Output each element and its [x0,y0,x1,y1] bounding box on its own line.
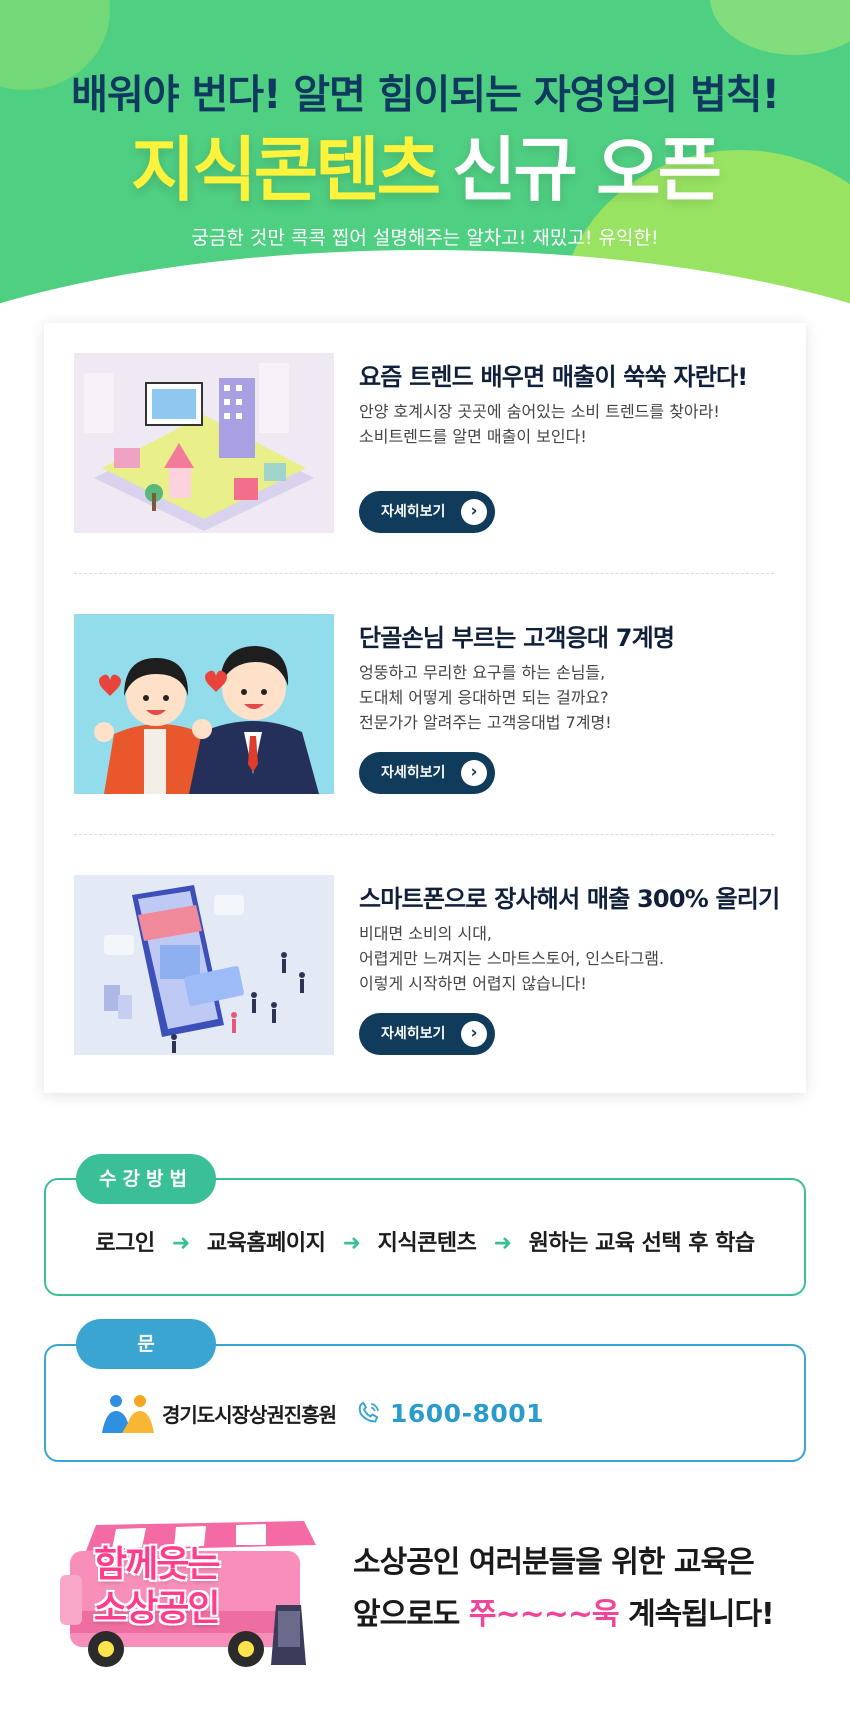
item-description-line: 비대면 소비의 시대, [359,924,493,943]
item-description-line: 어렵게만 느껴지는 스마트스토어, 인스타그램. [359,949,665,968]
decor-bubble [710,0,850,55]
arrow-right-icon: ➜ [493,1231,512,1256]
closing-message-line: 앞으로도 쭈~~~~욱 계속됩니다! [353,1589,775,1641]
organization-logo-icon [102,1395,154,1433]
closing-message-post: 계속됩니다! [628,1597,775,1632]
item-description-line: 이렇게 시작하면 어렵지 않습니다! [359,974,587,993]
phone-number[interactable]: 1600-8001 [390,1399,544,1428]
closing-message-pre: 앞으로도 [353,1597,460,1632]
chevron-right-icon: › [461,1021,487,1047]
divider [74,573,774,574]
enroll-method-label: 수강방법 [76,1154,216,1204]
closing-message-emphasis: 쭈~~~~욱 [468,1597,620,1632]
hero-title-rest: 신규 오픈 [452,129,722,211]
hero-banner: 배워야 번다! 알면 힘이되는 자영업의 법칙! 지식콘텐츠 신규 오픈 궁금한 … [0,0,850,345]
item-description: 엉뚱하고 무리한 요구를 하는 손님들, 도대체 어떻게 응대하면 되는 걸까요… [359,660,612,735]
phone-icon [358,1401,380,1423]
item-title: 스마트폰으로 장사해서 매출 300% 올리기 [359,885,780,913]
enroll-steps: 로그인 ➜ 교육홈페이지 ➜ 지식콘텐츠 ➜ 원하는 교육 선택 후 학습 [44,1225,806,1257]
item-description-line: 엉뚱하고 무리한 요구를 하는 손님들, [359,663,606,682]
step-edu-homepage: 교육홈페이지 [206,1231,326,1256]
closing-message: 소상공인 여러분들을 위한 교육은 앞으로도 쭈~~~~욱 계속됩니다! [353,1537,775,1641]
hero-title-highlight: 지식콘텐츠 [131,129,441,211]
organization-name: 경기도시장상권진흥원 [162,1402,337,1427]
item-title: 단골손님 부르는 고객응대 7계명 [359,624,675,652]
truck-sign-line: 소상공인 [94,1588,220,1629]
item-description: 비대면 소비의 시대, 어렵게만 느껴지는 스마트스토어, 인스타그램. 이렇게… [359,921,664,996]
market-illustration [74,353,334,533]
staff-illustration [74,614,334,794]
item-title: 요즘 트렌드 배우면 매출이 쑥쑥 자란다! [359,363,748,391]
content-list-card: 요즘 트렌드 배우면 매출이 쑥쑥 자란다! 안양 호계시장 곳곳에 숨어있는 … [44,323,806,1093]
item-description-line: 안양 호계시장 곳곳에 숨어있는 소비 트렌드를 찾아라! [359,402,720,421]
hero-subtitle: 궁금한 것만 콕콕 찝어 설명해주는 알차고! 재밌고! 유익한! 경영지식콘텐… [0,222,850,286]
content-item: 단골손님 부르는 고객응대 7계명 엉뚱하고 무리한 요구를 하는 손님들, 도… [74,614,774,794]
arrow-right-icon: ➜ [342,1231,361,1256]
contact-info: 경기도시장상권진흥원 1600-8001 [100,1391,544,1435]
item-description-line: 전문가가 알려주는 고객응대법 7계명! [359,713,612,732]
content-item: 요즘 트렌드 배우면 매출이 쑥쑥 자란다! 안양 호계시장 곳곳에 숨어있는 … [74,353,774,533]
item-description: 안양 호계시장 곳곳에 숨어있는 소비 트렌드를 찾아라! 소비트렌드를 알면 … [359,399,720,449]
view-details-label: 자세히보기 [381,1026,446,1042]
item-description-line: 소비트렌드를 알면 매출이 보인다! [359,427,587,446]
view-details-label: 자세히보기 [381,765,446,781]
view-details-button[interactable]: 자세히보기 › [359,1013,495,1055]
divider [74,834,774,835]
step-knowledge-content: 지식콘텐츠 [377,1231,477,1256]
view-details-button[interactable]: 자세히보기 › [359,752,495,794]
step-login: 로그인 [95,1231,155,1256]
smartphone-illustration [74,875,334,1055]
content-item: 스마트폰으로 장사해서 매출 300% 올리기 비대면 소비의 시대, 어렵게만… [74,875,780,1055]
arrow-right-icon: ➜ [171,1231,190,1256]
hero-headline: 배워야 번다! 알면 힘이되는 자영업의 법칙! [71,72,780,118]
hero-subtitle-line: 궁금한 것만 콕콕 찝어 설명해주는 알차고! 재밌고! 유익한! [191,227,659,249]
food-truck-logo-illustration: 함께웃는 소상공인 [56,1515,336,1675]
item-description-line: 도대체 어떻게 응대하면 되는 걸까요? [359,688,609,707]
closing-message-line: 소상공인 여러분들을 위한 교육은 [353,1545,755,1580]
view-details-label: 자세히보기 [381,504,446,520]
hero-subtitle-line: 경영지식콘텐츠가 소상공인 여러분들을 찾아갑니다. [220,259,630,281]
chevron-right-icon: › [461,760,487,786]
view-details-button[interactable]: 자세히보기 › [359,491,495,533]
chevron-right-icon: › [461,499,487,525]
contact-label: 문의 [76,1319,216,1405]
step-select-and-learn: 원하는 교육 선택 후 학습 [528,1231,756,1256]
hero-title: 지식콘텐츠 신규 오픈 [0,114,850,215]
